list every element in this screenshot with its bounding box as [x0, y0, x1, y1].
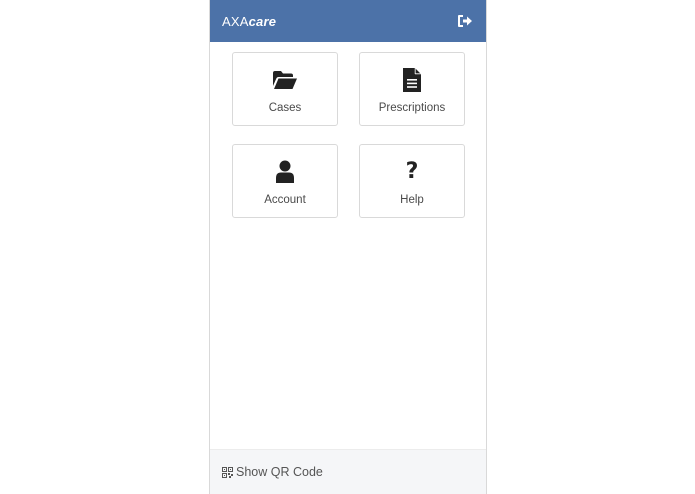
question-icon: ?	[406, 159, 419, 185]
logout-button[interactable]	[456, 12, 474, 30]
help-label: Help	[400, 194, 424, 206]
question-glyph: ?	[405, 159, 419, 184]
help-tile[interactable]: ? Help	[359, 144, 465, 218]
user-icon	[275, 159, 295, 185]
sign-out-icon	[458, 15, 472, 27]
account-label: Account	[264, 194, 306, 206]
file-text-icon	[402, 67, 422, 93]
prescriptions-tile[interactable]: Prescriptions	[359, 52, 465, 126]
app-container: AXA care Cases Prescriptions Account ? H…	[209, 0, 487, 494]
account-tile[interactable]: Account	[232, 144, 338, 218]
header-bar: AXA care	[210, 0, 486, 42]
folder-open-icon	[272, 67, 298, 93]
prescriptions-label: Prescriptions	[378, 102, 446, 114]
brand-suffix: care	[248, 13, 277, 29]
show-qr-code-label: Show QR Code	[236, 465, 323, 479]
brand-prefix: AXA	[222, 13, 249, 29]
show-qr-code-button[interactable]: Show QR Code	[210, 449, 486, 494]
cases-label: Cases	[268, 102, 302, 114]
qr-code-icon	[222, 466, 233, 478]
brand-logo: AXA care	[222, 14, 276, 29]
cases-tile[interactable]: Cases	[232, 52, 338, 126]
